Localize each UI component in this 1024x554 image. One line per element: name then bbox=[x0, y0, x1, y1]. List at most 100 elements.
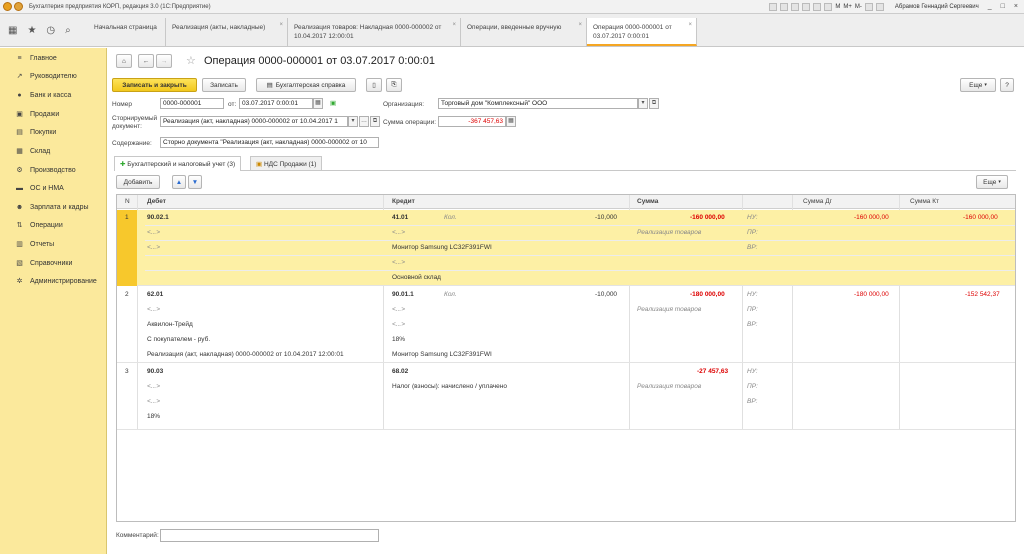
sidebar-item-salary[interactable]: ☻ Зарплата и кадры bbox=[0, 199, 107, 215]
qty-label: Кол. bbox=[444, 214, 457, 221]
calendar-icon[interactable] bbox=[791, 2, 800, 11]
debit-account: 90.03 bbox=[147, 368, 164, 375]
person-icon: ☻ bbox=[15, 203, 24, 211]
attach-icon[interactable]: ⎘ bbox=[386, 78, 402, 92]
grid-menu-icon[interactable]: ▦ bbox=[8, 25, 17, 36]
accounting-report-button[interactable]: ▤ Бухгалтерская справка bbox=[256, 78, 356, 92]
subtabs-baseline bbox=[114, 170, 1016, 171]
tab-home[interactable]: Начальная страница bbox=[88, 18, 166, 46]
refresh-icon[interactable] bbox=[802, 2, 811, 11]
truck-icon: ▬ bbox=[16, 184, 23, 192]
sidebar-item-label: Операции bbox=[30, 221, 63, 229]
sum-field[interactable]: -367 457,63 bbox=[438, 116, 506, 127]
save-button[interactable]: Записать bbox=[202, 78, 246, 92]
close-button[interactable]: × bbox=[1014, 3, 1018, 10]
tab-sales-invoice[interactable]: Реализация товаров: Накладная 0000-00000… bbox=[288, 18, 461, 46]
sidebar-item-management[interactable]: ↗ Руководителю bbox=[0, 68, 107, 84]
link-icon[interactable] bbox=[813, 2, 822, 11]
org-open-icon[interactable]: ⧉ bbox=[649, 98, 659, 109]
table-more-button[interactable]: Еще ▾ bbox=[976, 175, 1008, 189]
favorite-star-icon[interactable]: ☆ bbox=[186, 54, 196, 67]
tab-accounting[interactable]: ✚ Бухгалтерский и налоговый учет (3) bbox=[114, 156, 242, 171]
favorites-star-icon[interactable]: ★ bbox=[27, 25, 36, 36]
table-row[interactable]: 1 90.02.1 <...> <...> 41.01 Кол. -10,000… bbox=[117, 210, 1015, 286]
date-field[interactable]: 03.07.2017 0:00:01 bbox=[239, 98, 313, 109]
sidebar-item-directories[interactable]: ▧ Справочники bbox=[0, 255, 107, 271]
tab-sales-list[interactable]: Реализация (акты, накладные) × bbox=[166, 18, 288, 46]
app-logo-icon[interactable] bbox=[3, 2, 12, 11]
move-up-button[interactable]: ▲ bbox=[172, 175, 186, 189]
debit-subconto-3: 18% bbox=[147, 413, 161, 420]
book-icon: ▧ bbox=[16, 260, 23, 267]
zoom-icon[interactable] bbox=[864, 2, 873, 11]
credit-subconto-3: <...> bbox=[392, 259, 406, 266]
home-button[interactable]: ⌂ bbox=[116, 54, 132, 68]
tab-close-icon[interactable]: × bbox=[578, 21, 582, 30]
sidebar-item-bank[interactable]: ● Банк и касса bbox=[0, 87, 107, 103]
memory-m-button[interactable]: M bbox=[835, 4, 840, 10]
tab-manual-operations[interactable]: Операции, введенные вручную × bbox=[461, 18, 587, 46]
tab-close-icon[interactable]: × bbox=[452, 21, 456, 30]
storno-open-icon[interactable]: ⧉ bbox=[370, 116, 380, 127]
org-field[interactable]: Торговый дом "Комплексный" ООО bbox=[438, 98, 638, 109]
row-number: 3 bbox=[125, 368, 129, 375]
tab-close-icon[interactable]: × bbox=[688, 21, 692, 30]
back-button[interactable]: ← bbox=[138, 54, 154, 68]
menu-icon: ≡ bbox=[17, 54, 22, 62]
sidebar-item-assets[interactable]: ▬ ОС и НМА bbox=[0, 180, 107, 196]
row-subline bbox=[145, 270, 1015, 271]
sidebar-item-operations[interactable]: ⇅ Операции bbox=[0, 217, 107, 233]
more-button[interactable]: Еще ▾ bbox=[960, 78, 996, 92]
sidebar-item-main[interactable]: ≡ Главное bbox=[0, 50, 107, 66]
table-row[interactable]: 2 62.01 <...> Аквилон-Трейд С покупателе… bbox=[117, 287, 1015, 363]
date-label: от: bbox=[228, 101, 237, 108]
row-subline bbox=[145, 255, 1015, 256]
move-down-button[interactable]: ▼ bbox=[188, 175, 202, 189]
sidebar-item-reports[interactable]: ▥ Отчеты bbox=[0, 236, 107, 252]
sum-kt-value: -152 542,37 bbox=[965, 291, 1000, 298]
tab-close-icon[interactable]: × bbox=[279, 21, 283, 30]
forward-button[interactable]: → bbox=[156, 54, 172, 68]
app-menu-icon[interactable] bbox=[14, 2, 23, 11]
bell-icon[interactable] bbox=[824, 2, 833, 11]
print-icon[interactable] bbox=[780, 2, 789, 11]
calculator-icon[interactable]: ▦ bbox=[506, 116, 516, 127]
sidebar-item-purchases[interactable]: ▤ Покупки bbox=[0, 124, 107, 140]
content-label: Содержание: bbox=[112, 140, 152, 147]
user-name[interactable]: Абрамов Геннадий Сергеевич bbox=[895, 4, 979, 10]
memory-mplus-button[interactable]: M+ bbox=[843, 4, 852, 10]
history-icon[interactable]: ◷ bbox=[46, 25, 55, 36]
sidebar-item-sales[interactable]: ▣ Продажи bbox=[0, 106, 107, 122]
search-icon[interactable]: ⌕ bbox=[65, 25, 71, 36]
info-icon[interactable] bbox=[875, 2, 884, 11]
number-field[interactable]: 0000-000001 bbox=[160, 98, 224, 109]
memory-mminus-button[interactable]: M- bbox=[855, 4, 862, 10]
maximize-button[interactable]: □ bbox=[1001, 3, 1005, 10]
content-field[interactable]: Сторно документа "Реализация (акт, накла… bbox=[160, 137, 379, 148]
calendar-icon[interactable]: ▦ bbox=[313, 98, 323, 109]
comment-field[interactable] bbox=[160, 529, 379, 542]
save-close-button[interactable]: Записать и закрыть bbox=[112, 78, 197, 92]
debit-subconto-2: <...> bbox=[147, 244, 161, 251]
sidebar-item-warehouse[interactable]: ▦ Склад bbox=[0, 143, 107, 159]
storno-select-icon[interactable]: … bbox=[359, 116, 369, 127]
tab-label: НДС Продажи (1) bbox=[263, 161, 317, 168]
sidebar-item-admin[interactable]: ✲ Администрирование bbox=[0, 273, 107, 289]
tab-label: Операции, введенные вручную bbox=[467, 24, 562, 31]
storno-dropdown-icon[interactable]: ▾ bbox=[348, 116, 358, 127]
credit-account: 68.02 bbox=[392, 368, 409, 375]
minimize-button[interactable]: _ bbox=[988, 3, 992, 10]
document-icon[interactable]: ▯ bbox=[366, 78, 382, 92]
tab-operation-active[interactable]: Операция 0000-000001 от 03.07.2017 0:00:… bbox=[587, 18, 697, 46]
sidebar-item-label: Покупки bbox=[30, 128, 57, 136]
tab-vat-sales[interactable]: ▣ НДС Продажи (1) bbox=[250, 156, 323, 170]
storno-document-field[interactable]: Реализация (акт, накладная) 0000-000002 … bbox=[160, 116, 348, 127]
org-dropdown-icon[interactable]: ▾ bbox=[638, 98, 648, 109]
sidebar-item-production[interactable]: ⚙ Производство bbox=[0, 162, 107, 178]
tag-nu: НУ: bbox=[747, 291, 758, 298]
help-button[interactable]: ? bbox=[1000, 78, 1014, 92]
table-row[interactable]: 3 90.03 <...> <...> 18% 68.02 Налог (взн… bbox=[117, 364, 1015, 430]
add-button[interactable]: Добавить bbox=[116, 175, 160, 189]
qty-value: -10,000 bbox=[595, 291, 618, 298]
save-icon[interactable] bbox=[769, 2, 778, 11]
